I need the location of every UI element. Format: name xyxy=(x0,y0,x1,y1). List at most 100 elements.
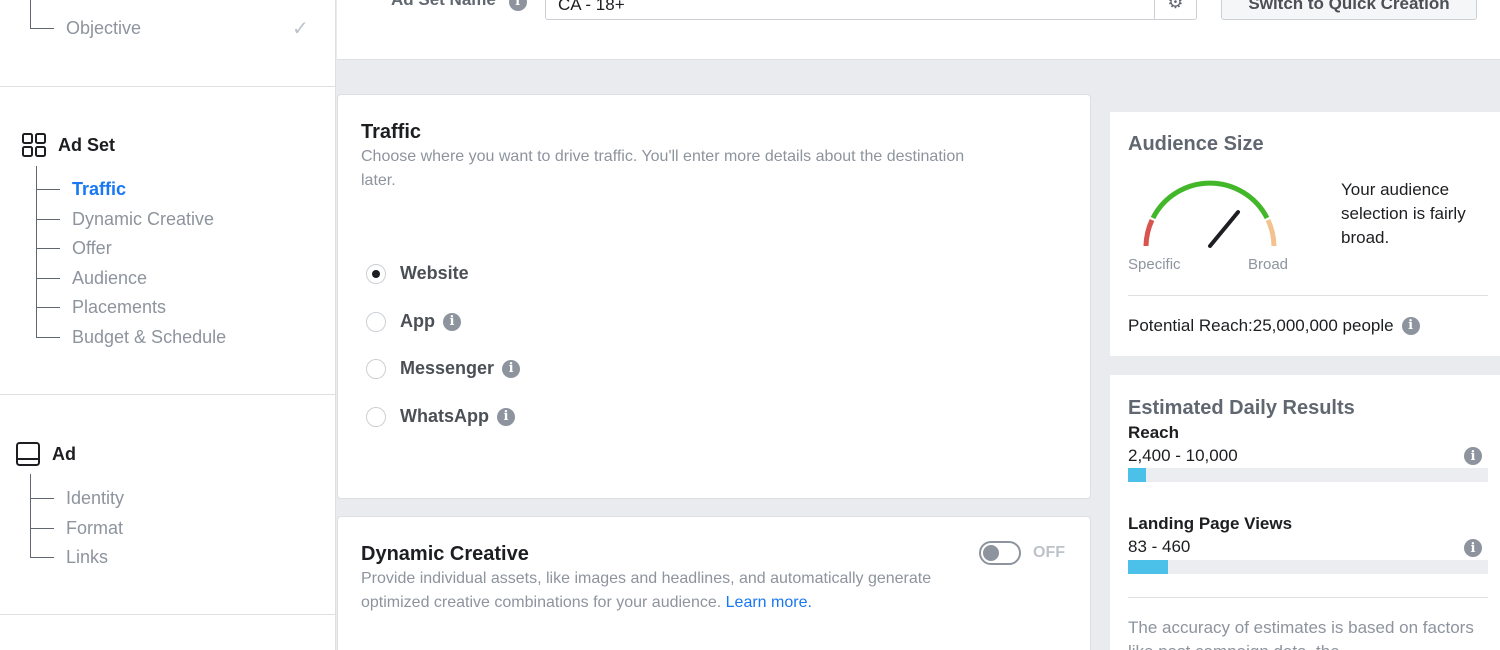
tree-branch xyxy=(36,219,60,220)
sidebar-item-placements[interactable]: Placements xyxy=(36,293,167,321)
dynamic-creative-toggle[interactable] xyxy=(979,541,1021,565)
tree-branch xyxy=(36,337,60,338)
gauge-needle xyxy=(1208,210,1240,248)
potential-reach-text: Potential Reach:25,000,000 people xyxy=(1128,316,1394,335)
info-icon[interactable]: i xyxy=(502,359,521,378)
sidebar-section-ad[interactable]: Ad xyxy=(16,442,76,466)
gauge-label-specific: Specific xyxy=(1128,256,1181,273)
sidebar-item-objective[interactable]: Objective xyxy=(30,14,142,42)
section-divider xyxy=(0,394,335,395)
audience-size-title: Audience Size xyxy=(1128,133,1264,155)
reach-label: Reach xyxy=(1128,423,1180,442)
panel-divider xyxy=(1128,597,1488,598)
section-divider xyxy=(0,86,335,87)
daily-results-panel: Estimated Daily Results Reach 2,400 - 10… xyxy=(1110,375,1500,650)
sidebar-item-label: Dynamic Creative xyxy=(72,208,215,229)
landing-page-views-bar-fill xyxy=(1128,560,1168,574)
sidebar-item-dynamic-creative[interactable]: Dynamic Creative xyxy=(36,205,215,233)
tree-branch xyxy=(36,248,60,249)
reach-bar-fill xyxy=(1128,468,1146,482)
sidebar-item-label: Identity xyxy=(66,487,125,508)
landing-page-views-label: Landing Page Views xyxy=(1128,514,1293,533)
potential-reach: Potential Reach:25,000,000 people i xyxy=(1128,314,1420,338)
tree-branch xyxy=(36,278,60,279)
sidebar-section-adset[interactable]: Ad Set xyxy=(22,133,115,157)
info-icon[interactable]: i xyxy=(443,312,461,331)
ad-preview-icon xyxy=(16,442,40,466)
tree-branch xyxy=(36,307,60,308)
sidebar-item-label: Budget & Schedule xyxy=(72,326,227,347)
daily-results-title: Estimated Daily Results xyxy=(1128,397,1355,419)
tree-branch xyxy=(30,557,54,558)
section-divider xyxy=(0,614,335,615)
checkmark-icon: ✓ xyxy=(292,18,309,40)
sidebar-item-label: Audience xyxy=(72,267,148,288)
radio-button[interactable] xyxy=(366,311,386,332)
audience-size-panel: Audience Size Specific Broad Your audien… xyxy=(1110,112,1500,356)
landing-page-views-value: 83 - 460 xyxy=(1128,537,1191,556)
radio-website[interactable]: Website xyxy=(366,263,469,284)
tree-branch xyxy=(30,528,54,529)
grid-icon xyxy=(22,133,46,157)
ad-set-name-bar: Ad Set Name i CA - 18+ ⚙ Switch to Quick… xyxy=(337,0,1500,60)
radio-app[interactable]: App i xyxy=(366,311,461,332)
sidebar-item-label: Objective xyxy=(66,17,142,38)
radio-button[interactable] xyxy=(366,263,386,284)
panel-divider xyxy=(1128,295,1488,296)
radio-label: App xyxy=(400,311,435,331)
radio-label: WhatsApp xyxy=(400,406,489,426)
sidebar-item-label: Links xyxy=(66,546,109,567)
gauge-arc-green xyxy=(1150,180,1270,220)
dynamic-creative-description: Provide individual assets, like images a… xyxy=(361,567,961,615)
tree-line xyxy=(30,0,31,28)
radio-messenger[interactable]: Messenger i xyxy=(366,358,521,379)
dynamic-creative-title: Dynamic Creative xyxy=(361,543,529,565)
sidebar-item-links[interactable]: Links xyxy=(30,543,109,571)
description-text: Provide individual assets, like images a… xyxy=(361,570,932,611)
audience-gauge xyxy=(1143,180,1277,248)
tree-branch xyxy=(30,28,54,29)
gauge-arc-peach xyxy=(1265,218,1277,247)
sidebar-item-label: Offer xyxy=(72,237,112,258)
tree-line xyxy=(30,474,31,558)
sidebar-item-label: Traffic xyxy=(72,178,127,199)
ad-set-name-text: Ad Set Name xyxy=(391,0,496,9)
estimates-footnote: The accuracy of estimates is based on fa… xyxy=(1128,618,1474,650)
radio-label: Website xyxy=(400,263,469,283)
radio-button[interactable] xyxy=(366,358,386,379)
sidebar-item-label: Format xyxy=(66,517,124,538)
sidebar-item-offer[interactable]: Offer xyxy=(36,234,112,262)
traffic-description: Choose where you want to drive traffic. … xyxy=(361,148,965,189)
tree-branch xyxy=(30,498,54,499)
learn-more-link[interactable]: Learn more. xyxy=(726,594,812,611)
info-icon[interactable]: i xyxy=(1464,539,1482,557)
info-icon[interactable]: i xyxy=(508,0,527,11)
campaign-sidebar: Objective ✓ Ad Set Traffic Dynamic Creat… xyxy=(0,0,336,650)
info-icon[interactable]: i xyxy=(1401,317,1420,335)
gauge-label-broad: Broad xyxy=(1248,256,1289,273)
sidebar-item-identity[interactable]: Identity xyxy=(30,484,125,512)
sidebar-item-format[interactable]: Format xyxy=(30,514,124,542)
radio-whatsapp[interactable]: WhatsApp i xyxy=(366,406,515,427)
tree-line xyxy=(36,166,37,338)
traffic-title: Traffic xyxy=(361,121,422,143)
reach-value: 2,400 - 10,000 xyxy=(1128,446,1238,465)
tree-branch xyxy=(36,189,60,190)
sidebar-section-title: Ad Set xyxy=(58,134,116,155)
toggle-state-label: OFF xyxy=(1033,544,1065,561)
sidebar-item-budget-schedule[interactable]: Budget & Schedule xyxy=(36,323,227,351)
reach-bar xyxy=(1128,468,1488,482)
switch-quick-creation-button[interactable]: Switch to Quick Creation xyxy=(1221,0,1477,20)
ad-set-name-input[interactable]: CA - 18+ ⚙ xyxy=(545,0,1197,20)
gauge-arc-red xyxy=(1143,218,1155,247)
sidebar-item-traffic[interactable]: Traffic xyxy=(36,175,127,203)
info-icon[interactable]: i xyxy=(497,407,515,426)
ad-set-name-label: Ad Set Name i xyxy=(391,0,527,11)
sidebar-item-label: Placements xyxy=(72,296,167,317)
gear-icon[interactable]: ⚙ xyxy=(1154,0,1196,20)
info-icon[interactable]: i xyxy=(1464,447,1482,465)
audience-summary: Your audience selection is fairly broad. xyxy=(1341,180,1466,247)
sidebar-item-audience[interactable]: Audience xyxy=(36,264,148,292)
sidebar-section-title: Ad xyxy=(52,443,76,464)
radio-button[interactable] xyxy=(366,406,386,427)
